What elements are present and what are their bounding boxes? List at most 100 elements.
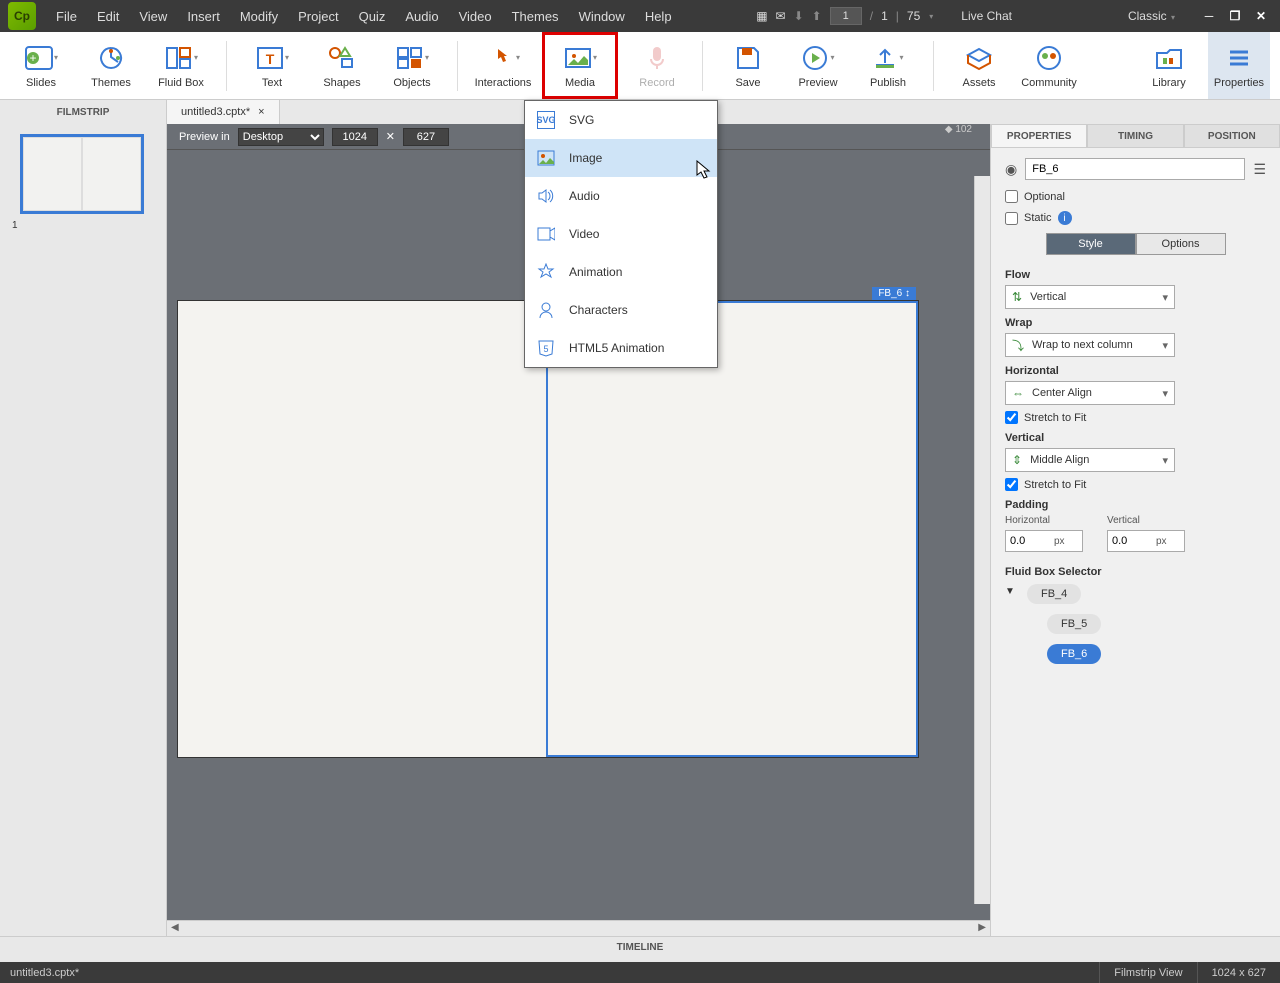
menu-edit[interactable]: Edit (87, 9, 129, 24)
menu-insert[interactable]: Insert (177, 9, 230, 24)
menu-project[interactable]: Project (288, 9, 348, 24)
height-input[interactable] (403, 128, 449, 146)
static-checkbox[interactable]: Static i (1005, 211, 1266, 225)
info-icon[interactable]: i (1058, 211, 1072, 225)
panel-menu-icon[interactable]: ☰ (1253, 161, 1266, 178)
close-icon[interactable]: ✕ (1250, 8, 1272, 24)
dropdown-characters[interactable]: Characters (525, 291, 717, 329)
menu-help[interactable]: Help (635, 9, 682, 24)
ribbon-preview[interactable]: ▾ Preview (787, 32, 849, 99)
timeline-header[interactable]: TIMELINE (0, 936, 1280, 958)
pad-h-input-wrap[interactable]: px (1005, 530, 1083, 552)
horizontal-scrollbar[interactable] (167, 920, 990, 936)
fb-node-6[interactable]: FB_6 (1047, 644, 1101, 664)
live-chat-link[interactable]: Live Chat (961, 9, 1012, 23)
ribbon-publish[interactable]: ▾ Publish (857, 32, 919, 99)
menu-video[interactable]: Video (449, 9, 502, 24)
vertical-select[interactable]: ⇕Middle Align (1005, 448, 1175, 472)
fb-node-5[interactable]: FB_5 (1047, 614, 1101, 634)
maximize-icon[interactable]: ❐ (1224, 8, 1246, 24)
pad-v-input[interactable] (1108, 535, 1152, 547)
filmstrip-header: FILMSTRIP (0, 100, 167, 124)
zoom-caret-icon[interactable]: ▾ (929, 12, 933, 21)
ribbon-interactions[interactable]: ▾ Interactions (472, 32, 534, 99)
fluidbox-left[interactable] (178, 301, 546, 757)
minimize-icon[interactable]: ─ (1198, 8, 1220, 24)
ribbon-divider (457, 41, 458, 91)
vertical-scrollbar[interactable] (974, 176, 990, 904)
document-tab[interactable]: untitled3.cptx* × (167, 100, 280, 124)
subtab-options[interactable]: Options (1136, 233, 1226, 255)
characters-icon (537, 301, 555, 319)
tree-toggle-icon[interactable]: ▼ (1005, 586, 1015, 597)
ribbon-assets[interactable]: Assets (948, 32, 1010, 99)
device-select[interactable]: Desktop (238, 128, 324, 146)
static-check[interactable] (1005, 212, 1018, 225)
ribbon-media[interactable]: ▾ Media (542, 32, 618, 99)
stretch-fit-h[interactable]: Stretch to Fit (1005, 411, 1266, 424)
menu-window[interactable]: Window (569, 9, 635, 24)
tab-title: untitled3.cptx* (181, 106, 250, 118)
ribbon-properties[interactable]: Properties (1208, 32, 1270, 99)
pad-v-unit: px (1152, 536, 1171, 547)
tab-position[interactable]: POSITION (1184, 124, 1280, 148)
ribbon-library-label: Library (1152, 77, 1186, 89)
ribbon-community[interactable]: Community (1018, 32, 1080, 99)
width-input[interactable] (332, 128, 378, 146)
ribbon-shapes[interactable]: Shapes (311, 32, 373, 99)
ribbon-objects[interactable]: ▾ Objects (381, 32, 443, 99)
menu-view[interactable]: View (129, 9, 177, 24)
ribbon-record[interactable]: Record (626, 32, 688, 99)
ribbon-fluidbox[interactable]: ▾ Fluid Box (150, 32, 212, 99)
fluidbox-right-selected[interactable]: FB_6 ↕ (546, 301, 918, 757)
fb-node-4[interactable]: FB_4 (1027, 584, 1081, 604)
pad-h-input[interactable] (1006, 535, 1050, 547)
optional-check[interactable] (1005, 190, 1018, 203)
visibility-icon[interactable]: ◉ (1005, 161, 1017, 178)
workspace-switcher[interactable]: Classic ▾ (1128, 9, 1175, 23)
tab-timing[interactable]: TIMING (1087, 124, 1183, 148)
subtab-style[interactable]: Style (1046, 233, 1136, 255)
sync-down-icon[interactable]: ⬇ (794, 9, 804, 23)
slide-number: 1 (12, 220, 18, 231)
dropdown-video[interactable]: Video (525, 215, 717, 253)
dropdown-animation[interactable]: Animation (525, 253, 717, 291)
dropdown-image[interactable]: Image (525, 139, 717, 177)
menu-quiz[interactable]: Quiz (349, 9, 396, 24)
slide-thumbnail[interactable] (20, 134, 144, 214)
pad-h-label: Horizontal (1005, 515, 1083, 526)
ribbon-library[interactable]: Library (1138, 32, 1200, 99)
menu-file[interactable]: File (46, 9, 87, 24)
flow-select[interactable]: ⇅Vertical (1005, 285, 1175, 309)
layout-icon[interactable]: ▦ (756, 9, 767, 23)
stretch-h-check[interactable] (1005, 411, 1018, 424)
pad-v-input-wrap[interactable]: px (1107, 530, 1185, 552)
tab-properties[interactable]: PROPERTIES (991, 124, 1087, 148)
dropdown-audio[interactable]: Audio (525, 177, 717, 215)
menu-audio[interactable]: Audio (395, 9, 448, 24)
object-name-input[interactable] (1025, 158, 1245, 180)
horizontal-select[interactable]: ⇔Center Align (1005, 381, 1175, 405)
slide-canvas[interactable]: FB_6 ↕ (177, 300, 919, 758)
ribbon-themes[interactable]: Themes (80, 32, 142, 99)
wrap-select[interactable]: ⤵Wrap to next column (1005, 333, 1175, 357)
dropdown-html5[interactable]: 5HTML5 Animation (525, 329, 717, 367)
page-input[interactable] (830, 7, 862, 25)
menu-modify[interactable]: Modify (230, 9, 288, 24)
dropdown-svg[interactable]: SVGSVG (525, 101, 717, 139)
ribbon-text[interactable]: T▾ Text (241, 32, 303, 99)
ribbon-slides[interactable]: +▾ Slides (10, 32, 72, 99)
ribbon: +▾ Slides Themes ▾ Fluid Box T▾ Text Sha… (0, 32, 1280, 100)
menu-themes[interactable]: Themes (502, 9, 569, 24)
stretch-v-check[interactable] (1005, 478, 1018, 491)
ribbon-save[interactable]: Save (717, 32, 779, 99)
sync-up-icon[interactable]: ⬆ (812, 9, 822, 23)
tab-close-icon[interactable]: × (258, 106, 264, 118)
mail-icon[interactable]: ✉ (776, 9, 786, 23)
media-dropdown: SVGSVG Image Audio Video Animation Chara… (524, 100, 718, 368)
ribbon-fluidbox-label: Fluid Box (158, 77, 204, 89)
ribbon-community-label: Community (1021, 77, 1077, 89)
stretch-fit-v[interactable]: Stretch to Fit (1005, 478, 1266, 491)
optional-checkbox[interactable]: Optional (1005, 190, 1266, 203)
wrap-label: Wrap (1005, 317, 1266, 329)
